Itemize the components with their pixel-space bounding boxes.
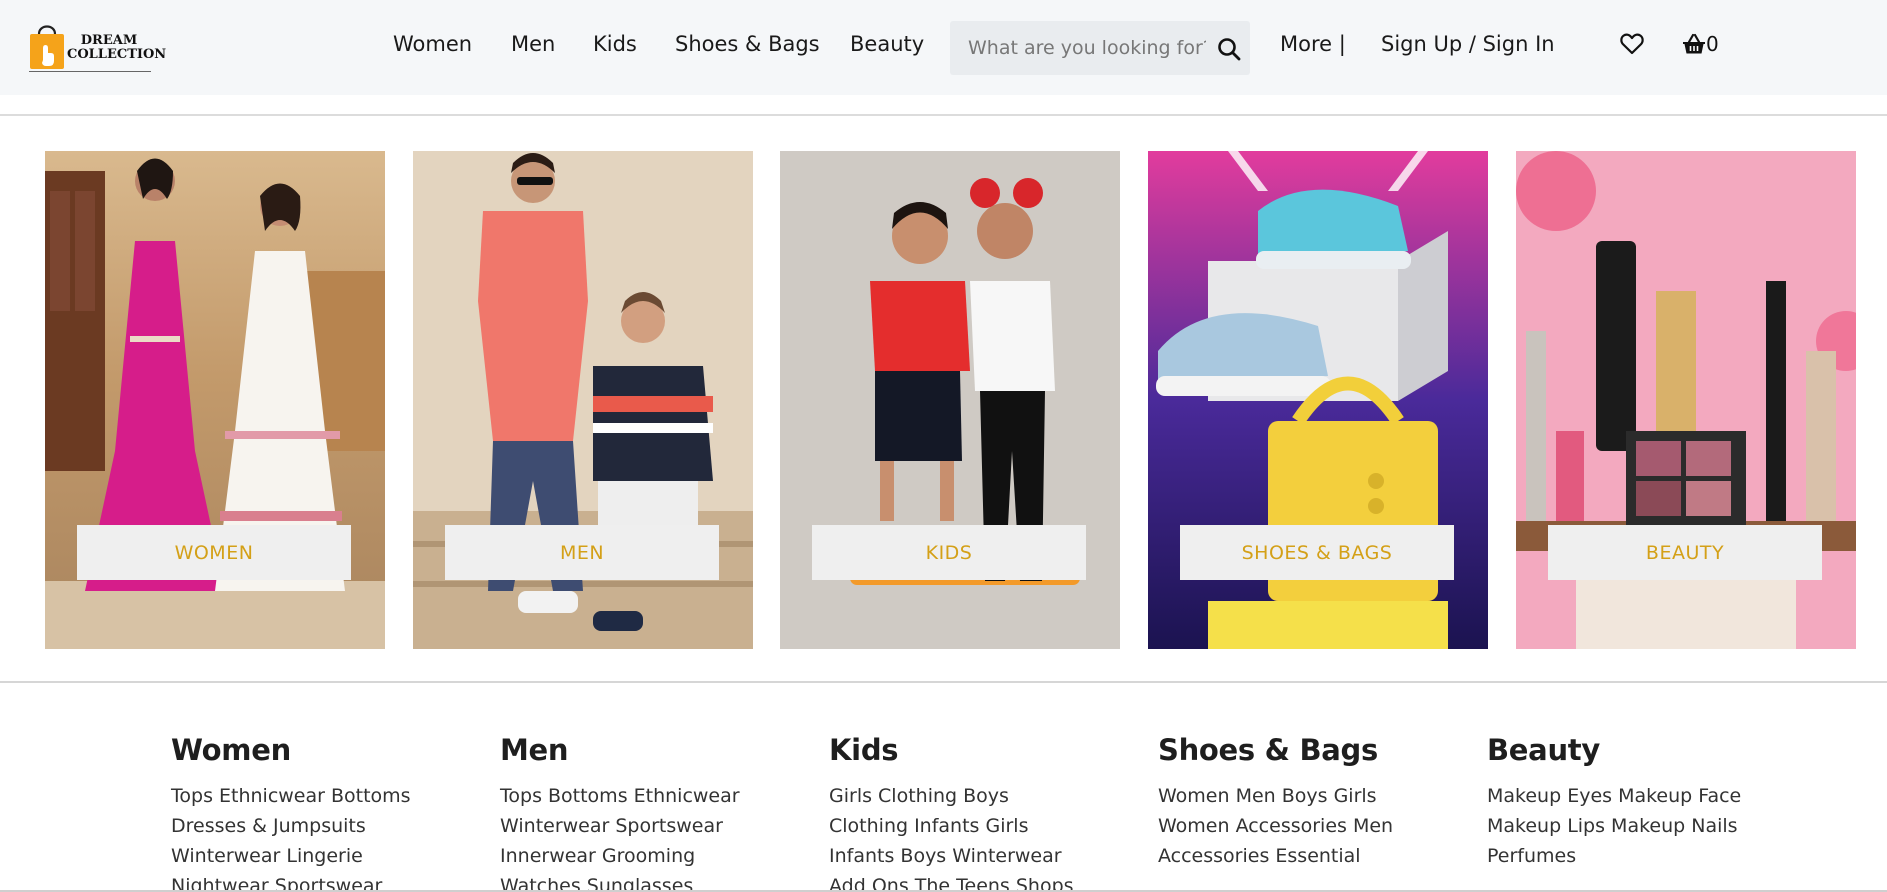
- sign-in-link[interactable]: Sign Up / Sign In: [1381, 32, 1555, 56]
- footer-column-kids: Kids Girls Clothing Boys Clothing Infant…: [829, 733, 1129, 892]
- footer-link[interactable]: Tops Ethnicwear Bottoms: [171, 785, 411, 807]
- nav-shoes-bags[interactable]: Shoes & Bags: [675, 32, 820, 56]
- header-divider: [0, 114, 1887, 116]
- footer-link[interactable]: Accessories Essential: [1158, 845, 1361, 867]
- nav-more[interactable]: More |: [1280, 32, 1346, 56]
- footer-column-shoes-bags: Shoes & Bags Women Men Boys Girls Women …: [1158, 733, 1458, 871]
- category-label-women[interactable]: WOMEN: [77, 525, 351, 580]
- footer-link[interactable]: Makeup Eyes Makeup Face: [1487, 785, 1741, 807]
- footer-links: Girls Clothing Boys Clothing Infants Gir…: [829, 781, 1129, 892]
- footer-link[interactable]: Women Accessories Men: [1158, 815, 1393, 837]
- shopping-basket-icon[interactable]: [1682, 33, 1706, 55]
- footer-column-title: Men: [500, 733, 569, 767]
- footer-column-men: Men Tops Bottoms Ethnicwear Winterwear S…: [500, 733, 800, 892]
- footer-link[interactable]: Girls Clothing Boys: [829, 785, 1009, 807]
- category-card-kids[interactable]: KIDS: [780, 151, 1120, 649]
- category-label-text: WOMEN: [174, 541, 254, 564]
- footer-link[interactable]: Dresses & Jumpsuits: [171, 815, 366, 837]
- category-card-women[interactable]: WOMEN: [45, 151, 385, 649]
- brand-name-line1: DREAM: [80, 33, 138, 48]
- footer-link[interactable]: Innerwear Grooming: [500, 845, 695, 867]
- footer-links: Makeup Eyes Makeup Face Makeup Lips Make…: [1487, 781, 1787, 871]
- footer-links: Tops Ethnicwear Bottoms Dresses & Jumpsu…: [171, 781, 471, 892]
- category-label-shoes-bags[interactable]: SHOES & BAGS: [1180, 525, 1454, 580]
- category-label-men[interactable]: MEN: [445, 525, 719, 580]
- brand-logo[interactable]: DREAM COLLECTION: [29, 18, 167, 74]
- category-card-shoes-bags[interactable]: SHOES & BAGS: [1148, 151, 1488, 649]
- site-header: DREAM COLLECTION Women Men Kids Shoes & …: [0, 0, 1887, 95]
- nav-men[interactable]: Men: [511, 32, 555, 56]
- footer-link[interactable]: Winterwear Sportswear: [500, 815, 723, 837]
- footer-link[interactable]: Makeup Lips Makeup Nails: [1487, 815, 1738, 837]
- footer-link[interactable]: Women Men Boys Girls: [1158, 785, 1377, 807]
- footer-link[interactable]: Perfumes: [1487, 845, 1576, 867]
- nav-women[interactable]: Women: [393, 32, 472, 56]
- category-label-text: MEN: [559, 541, 605, 564]
- footer-column-beauty: Beauty Makeup Eyes Makeup Face Makeup Li…: [1487, 733, 1787, 871]
- logo-underline: [29, 71, 151, 72]
- brand-name: DREAM COLLECTION: [67, 33, 167, 62]
- footer-link[interactable]: Winterwear Lingerie: [171, 845, 363, 867]
- heart-icon[interactable]: [1620, 33, 1644, 55]
- footer-links: Tops Bottoms Ethnicwear Winterwear Sport…: [500, 781, 800, 892]
- footer-link[interactable]: Tops Bottoms Ethnicwear: [500, 785, 740, 807]
- nav-beauty[interactable]: Beauty: [850, 32, 924, 56]
- nav-kids[interactable]: Kids: [593, 32, 637, 56]
- category-label-kids[interactable]: KIDS: [812, 525, 1086, 580]
- category-label-text: KIDS: [925, 541, 973, 564]
- footer-column-women: Women Tops Ethnicwear Bottoms Dresses & …: [171, 733, 471, 892]
- footer-column-title: Shoes & Bags: [1158, 733, 1378, 767]
- category-card-beauty[interactable]: BEAUTY: [1516, 151, 1856, 649]
- category-label-beauty[interactable]: BEAUTY: [1548, 525, 1822, 580]
- category-card-men[interactable]: MEN: [413, 151, 753, 649]
- footer-link[interactable]: Infants Boys Winterwear: [829, 845, 1062, 867]
- shopping-bag-icon: [30, 25, 64, 69]
- search-icon[interactable]: [1216, 36, 1242, 62]
- search-bar: [950, 21, 1250, 75]
- cart-count[interactable]: 0: [1706, 32, 1719, 56]
- brand-name-line2: COLLECTION: [67, 47, 167, 62]
- category-label-text: SHOES & BAGS: [1241, 541, 1393, 564]
- footer-links: Women Men Boys Girls Women Accessories M…: [1158, 781, 1458, 871]
- category-label-text: BEAUTY: [1645, 541, 1725, 564]
- footer-column-title: Women: [171, 733, 291, 767]
- footer-column-title: Kids: [829, 733, 899, 767]
- search-input[interactable]: [968, 33, 1206, 63]
- footer-link[interactable]: Clothing Infants Girls: [829, 815, 1028, 837]
- footer-column-title: Beauty: [1487, 733, 1600, 767]
- section-divider: [0, 681, 1887, 683]
